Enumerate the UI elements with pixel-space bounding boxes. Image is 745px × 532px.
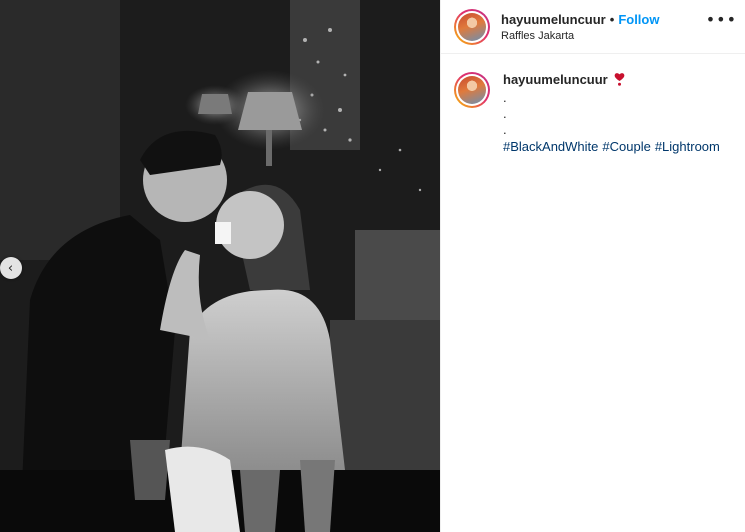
previous-image-button[interactable]: ‹: [0, 257, 22, 279]
caption-dot-line: .: [503, 122, 507, 137]
black-and-white-couple-photo: [0, 0, 440, 532]
hashtag-list: #BlackAndWhite #Couple #Lightroom: [503, 139, 724, 155]
location-link[interactable]: Raffles Jakarta: [501, 30, 659, 42]
hashtag-link[interactable]: #Lightroom: [655, 139, 720, 154]
chevron-left-icon: ‹: [7, 260, 14, 276]
post-header: hayuumeluncuur • Follow Raffles Jakarta …: [441, 0, 745, 54]
header-text: hayuumeluncuur • Follow Raffles Jakarta: [501, 12, 659, 42]
caption-body: hayuumeluncuur . . . #BlackAndWhite #Coup…: [503, 72, 724, 155]
post-sidebar: hayuumeluncuur • Follow Raffles Jakarta …: [440, 0, 745, 532]
avatar[interactable]: [454, 8, 490, 45]
caption-username-link[interactable]: hayuumeluncuur: [503, 72, 608, 87]
red-heart-exclamation-icon: [614, 72, 625, 90]
follow-button[interactable]: Follow: [618, 12, 659, 28]
avatar-image: [458, 12, 486, 41]
caption-dot-line: .: [503, 90, 507, 105]
hashtag-link[interactable]: #Couple: [602, 139, 650, 154]
caption-avatar-image: [458, 76, 486, 104]
caption: hayuumeluncuur . . . #BlackAndWhite #Coup…: [441, 54, 745, 155]
caption-dot-line: .: [503, 106, 507, 121]
username-link[interactable]: hayuumeluncuur: [501, 12, 606, 28]
more-options-icon[interactable]: •••: [706, 10, 737, 29]
hashtag-link[interactable]: #BlackAndWhite: [503, 139, 598, 154]
separator-dot: •: [609, 11, 615, 27]
caption-avatar[interactable]: [454, 72, 490, 108]
post-photo[interactable]: ‹: [0, 0, 440, 532]
